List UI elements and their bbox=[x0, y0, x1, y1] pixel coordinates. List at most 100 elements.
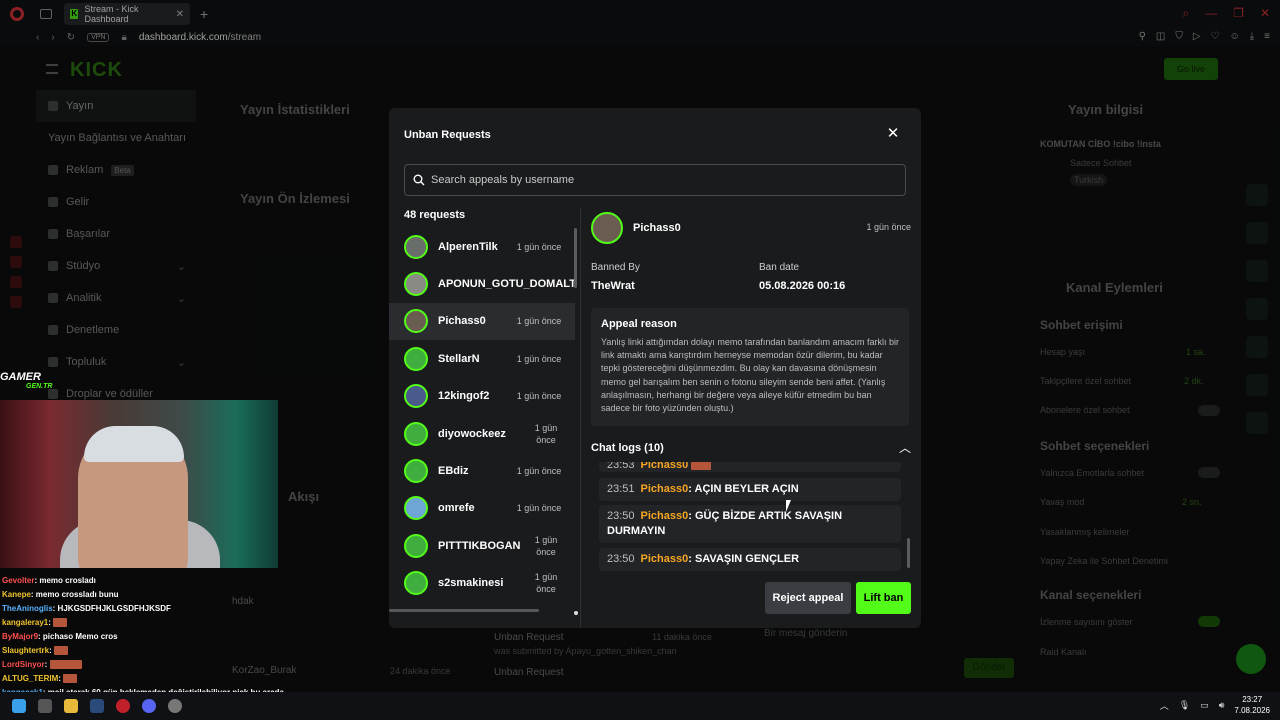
appeal-reason-box: Appeal reason Yanlış linki attığımdan do… bbox=[591, 308, 909, 426]
overlay-chat-line: Slaughtertrk: bbox=[2, 644, 302, 658]
request-time: 1 gün önce bbox=[534, 422, 558, 445]
pane-divider bbox=[580, 208, 581, 628]
appeal-reason-label: Appeal reason bbox=[601, 318, 677, 330]
request-time: 1 gün önce bbox=[516, 466, 562, 477]
ban-date-value: 05.08.2026 00:16 bbox=[759, 280, 846, 292]
request-username: AlperenTilk bbox=[438, 240, 498, 253]
appeal-search-input[interactable] bbox=[431, 174, 891, 186]
discord-icon[interactable] bbox=[142, 699, 156, 713]
avatar bbox=[404, 309, 428, 334]
avatar bbox=[591, 212, 623, 244]
modal-title: Unban Requests bbox=[404, 129, 491, 141]
request-username: s2smakinesi bbox=[438, 577, 504, 590]
avatar bbox=[404, 384, 428, 409]
avatar bbox=[404, 272, 428, 297]
tray-chevron-icon[interactable]: ︿ bbox=[1160, 699, 1169, 712]
chat-logs-scrollbar[interactable] bbox=[907, 538, 910, 568]
unban-requests-modal: Unban Requests ✕ 48 requests AlperenTilk… bbox=[389, 108, 921, 628]
overlay-chat-line: ByMajor9: pichaso Memo cros bbox=[2, 632, 118, 641]
taskview-icon[interactable] bbox=[38, 699, 52, 713]
appeal-detail: Pichass0 1 gün önce Banned By TheWrat Ba… bbox=[591, 208, 911, 628]
request-item-pichass0[interactable]: Pichass0 1 gün önce bbox=[389, 302, 575, 341]
request-username: 12kingof2 bbox=[438, 390, 490, 403]
requests-list: AlperenTilk 1 gün önce APONUN_GOTU_DOMALT… bbox=[389, 228, 575, 606]
chat-logs-header[interactable]: Chat logs (10) ︿ bbox=[591, 439, 911, 456]
volume-icon[interactable]: 🔊︎ bbox=[1219, 700, 1225, 711]
emote-icon bbox=[63, 674, 78, 684]
avatar bbox=[404, 496, 428, 521]
appeal-reason-text: Yanlış linki attığımdan dolayı memo tara… bbox=[601, 337, 899, 414]
chat-logs-label: Chat logs (10) bbox=[591, 442, 664, 454]
avatar bbox=[404, 234, 428, 259]
appeal-search-box[interactable] bbox=[404, 164, 906, 196]
app-icon[interactable] bbox=[168, 699, 182, 713]
overlay-chat-line: Gevolter: memo crosladı bbox=[2, 576, 96, 585]
emote-icon bbox=[53, 618, 68, 628]
avatar bbox=[404, 346, 428, 371]
opera-icon[interactable] bbox=[116, 699, 130, 713]
ban-date-label: Ban date bbox=[759, 262, 800, 273]
banned-by-value: TheWrat bbox=[591, 280, 635, 292]
banned-by-label: Banned By bbox=[591, 262, 640, 273]
scroll-end-dot bbox=[574, 611, 578, 615]
request-username: Pichass0 bbox=[438, 315, 486, 328]
request-item-pitttikbogan[interactable]: PITTTIKBOGAN 1 gün önce bbox=[389, 527, 575, 564]
request-item-s2smakinesi[interactable]: s2smakinesi 1 gün önce bbox=[389, 565, 575, 602]
request-username: EBdiz bbox=[438, 465, 469, 478]
emote-icon bbox=[54, 646, 69, 656]
chat-log-entry: 23:50 Pichass0: SAVAŞIN GENÇLER bbox=[599, 548, 901, 571]
avatar bbox=[404, 533, 428, 558]
avatar bbox=[404, 459, 428, 484]
taskbar: ︿ 🎙︎ ▭ 🔊︎ 23:27 7.08.2026 bbox=[0, 692, 1280, 720]
webcam-cap bbox=[84, 426, 184, 462]
chat-log-entry: 23:53 Pichass0 bbox=[599, 462, 901, 472]
overlay-chat-line: TheAninoglis: HJKGSDFHJKLGSDFHJKSDF bbox=[2, 604, 171, 613]
detail-username[interactable]: Pichass0 bbox=[633, 222, 681, 234]
request-item-aponun[interactable]: APONUN_GOTU_DOMALTAN bbox=[389, 265, 575, 302]
requests-scrollbar[interactable] bbox=[574, 228, 577, 288]
request-item-diyowockeez[interactable]: diyowockeez 1 gün önce bbox=[389, 415, 575, 452]
avatar bbox=[404, 421, 428, 446]
request-item-stellarn[interactable]: StellarN 1 gün önce bbox=[389, 340, 575, 377]
file-explorer-icon[interactable] bbox=[64, 699, 78, 713]
avatar bbox=[404, 571, 428, 596]
requests-horizontal-scrollbar[interactable] bbox=[389, 609, 539, 612]
request-item-alperentilk[interactable]: AlperenTilk 1 gün önce bbox=[389, 228, 575, 265]
chevron-up-icon[interactable]: ︿ bbox=[899, 439, 911, 456]
clock-time: 23:27 bbox=[1242, 695, 1263, 704]
system-tray: ︿ 🎙︎ ▭ 🔊︎ 23:27 7.08.2026 bbox=[1160, 694, 1270, 716]
request-time: 1 gün önce bbox=[516, 503, 562, 514]
overlay-chat-line: kangaleray1: bbox=[2, 616, 302, 630]
stream-chat-overlay: Gevolter: memo crosladı Kanepe: memo cro… bbox=[2, 574, 302, 700]
emote-icon bbox=[691, 462, 712, 470]
emote-icon bbox=[49, 660, 82, 670]
request-username: PITTTIKBOGAN bbox=[438, 539, 520, 552]
gamer-logo: GAMER GEN.TR bbox=[0, 371, 53, 391]
network-icon[interactable]: ▭ bbox=[1200, 700, 1209, 711]
overlay-chat-line: Kanepe: memo crossladı bunu bbox=[2, 590, 119, 599]
windows-start-icon[interactable] bbox=[12, 699, 26, 713]
mouse-cursor bbox=[786, 500, 796, 512]
request-time: 1 gün önce bbox=[534, 534, 558, 557]
detail-time: 1 gün önce bbox=[866, 222, 911, 232]
request-item-omrefe[interactable]: omrefe 1 gün önce bbox=[389, 490, 575, 527]
request-time: 1 gün önce bbox=[534, 572, 558, 595]
steam-icon[interactable] bbox=[90, 699, 104, 713]
lift-ban-button[interactable]: Lift ban bbox=[856, 582, 911, 614]
request-time: 1 gün önce bbox=[516, 391, 562, 402]
close-icon[interactable]: ✕ bbox=[885, 126, 901, 142]
mic-icon[interactable]: 🎙︎ bbox=[1179, 700, 1190, 711]
webcam-overlay bbox=[0, 400, 278, 568]
taskbar-clock[interactable]: 23:27 7.08.2026 bbox=[1234, 694, 1270, 716]
reject-appeal-button[interactable]: Reject appeal bbox=[765, 582, 851, 614]
overlay-chat-line: LordSinyor: bbox=[2, 658, 302, 672]
requests-count: 48 requests bbox=[404, 209, 466, 221]
request-time: 1 gün önce bbox=[516, 241, 562, 252]
clock-date: 7.08.2026 bbox=[1234, 706, 1270, 715]
request-username: StellarN bbox=[438, 352, 480, 365]
request-item-12kingof2[interactable]: 12kingof2 1 gün önce bbox=[389, 378, 575, 415]
request-item-ebdiz[interactable]: EBdiz 1 gün önce bbox=[389, 452, 575, 489]
request-username: diyowockeez bbox=[438, 427, 506, 440]
chat-log-entry: 23:50 Pichass0: GÜÇ BİZDE ARTIK SAVAŞIN D… bbox=[599, 505, 901, 543]
chat-log-entry: 23:51 Pichass0: AÇIN BEYLER AÇIN bbox=[599, 478, 901, 501]
